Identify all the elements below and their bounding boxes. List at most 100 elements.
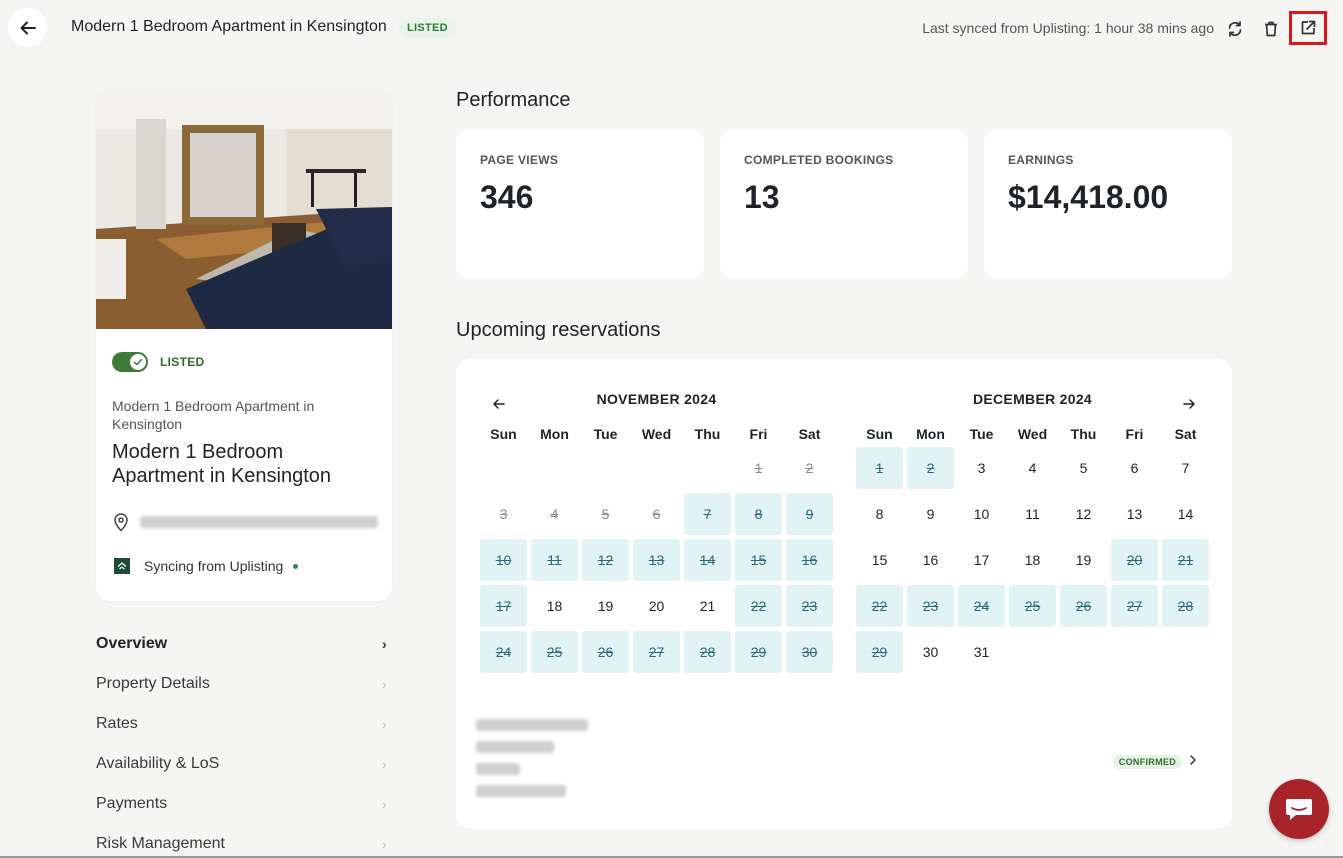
nav-item-overview[interactable]: Overview › [96,624,392,664]
calendar-day[interactable]: 29 [856,631,903,673]
listing-subtitle: Modern 1 Bedroom Apartment in Kensington [112,398,315,432]
nav-item-property-details[interactable]: Property Details › [96,664,392,704]
calendar-day[interactable]: 28 [1162,585,1209,627]
calendar-day[interactable]: 24 [480,631,527,673]
calendar-day[interactable]: 10 [958,493,1005,535]
toggle-label: LISTED [160,355,205,369]
calendar-day[interactable]: 29 [735,631,782,673]
calendar-day[interactable]: 24 [958,585,1005,627]
calendar-empty-cell [478,447,529,493]
calendar-day[interactable]: 1 [735,447,782,489]
calendar-day[interactable]: 15 [856,539,903,581]
calendar-day[interactable]: 4 [531,493,578,535]
calendar-day[interactable]: 18 [531,585,578,627]
calendar-day[interactable]: 14 [684,539,731,581]
chevron-right-icon: › [382,716,387,732]
calendar-day[interactable]: 8 [735,493,782,535]
calendar-day[interactable]: 11 [531,539,578,581]
calendar-day[interactable]: 12 [582,539,629,581]
calendar-day[interactable]: 12 [1060,493,1107,535]
weekday-label: Wed [641,426,672,442]
calendar-day[interactable]: 26 [1060,585,1107,627]
nav-item-risk-management[interactable]: Risk Management › [96,824,392,858]
calendar-day[interactable]: 31 [958,631,1005,673]
calendar-day[interactable]: 9 [786,493,833,535]
chevron-right-icon [1190,755,1196,765]
calendar-day[interactable]: 6 [633,493,680,535]
calendar-day[interactable]: 17 [480,585,527,627]
weekday-label: Sun [866,426,893,442]
calendar-day[interactable]: 5 [1060,447,1107,489]
calendar-day[interactable]: 9 [907,493,954,535]
weekday-label: Wed [1017,426,1048,442]
calendar-day[interactable]: 18 [1009,539,1056,581]
calendar-day[interactable]: 8 [856,493,903,535]
weekday-label: Thu [1070,426,1097,442]
nav-item-payments[interactable]: Payments › [96,784,392,824]
nav-item-rates[interactable]: Rates › [96,704,392,744]
check-icon [133,358,143,366]
open-external-button[interactable] [1289,11,1327,45]
sync-button[interactable] [1221,15,1249,43]
nav-item-label: Rates [96,715,138,732]
calendar-day[interactable]: 25 [531,631,578,673]
calendar-day[interactable]: 6 [1111,447,1158,489]
calendar-day[interactable]: 23 [907,585,954,627]
calendar-day[interactable]: 2 [907,447,954,489]
calendar-day[interactable]: 27 [633,631,680,673]
calendar-day[interactable]: 14 [1162,493,1209,535]
calendar-day[interactable]: 13 [633,539,680,581]
calendar-day[interactable]: 4 [1009,447,1056,489]
calendar-day[interactable]: 23 [786,585,833,627]
calendar-empty-cell [529,447,580,493]
calendar-day[interactable]: 16 [907,539,954,581]
calendar-day[interactable]: 5 [582,493,629,535]
reservation-open-button[interactable] [1188,753,1198,772]
nav-item-availability[interactable]: Availability & LoS › [96,744,392,784]
performance-title: Performance [456,89,571,111]
external-link-icon [1301,20,1316,35]
calendar-day[interactable]: 7 [684,493,731,535]
calendar-day[interactable]: 27 [1111,585,1158,627]
calendar-day[interactable]: 20 [1111,539,1158,581]
calendar-day[interactable]: 10 [480,539,527,581]
back-button[interactable] [8,8,47,47]
calendar-day[interactable]: 17 [958,539,1005,581]
calendar-day[interactable]: 30 [786,631,833,673]
calendar-month-november: NOVEMBER 2024 Sun Mon Tue Wed Thu Fri Sa… [478,391,835,677]
calendar-day[interactable]: 22 [856,585,903,627]
calendar-day[interactable]: 21 [1162,539,1209,581]
calendar-day[interactable]: 3 [480,493,527,535]
reservation-details[interactable] [476,719,588,807]
calendar-day[interactable]: 16 [786,539,833,581]
calendar-day[interactable]: 22 [735,585,782,627]
calendar-day[interactable]: 20 [633,585,680,627]
calendar-day[interactable]: 19 [582,585,629,627]
reservations-title: Upcoming reservations [456,319,661,341]
calendar-day[interactable]: 7 [1162,447,1209,489]
chevron-right-icon: › [382,796,387,812]
calendar-day[interactable]: 21 [684,585,731,627]
calendar-day[interactable]: 25 [1009,585,1056,627]
calendar-day[interactable]: 2 [786,447,833,489]
day-grid: 1 2 3 4 5 6 7 8 9 10 11 12 13 14 15 16 17 18 19 20 21 22 23 24 2… [854,447,1211,677]
calendar-day[interactable]: 1 [856,447,903,489]
listed-toggle-row: LISTED [112,352,204,372]
calendar-day[interactable]: 13 [1111,493,1158,535]
nav-item-label: Availability & LoS [96,755,220,772]
calendar-day[interactable]: 26 [582,631,629,673]
calendar-day[interactable]: 11 [1009,493,1056,535]
delete-button[interactable] [1257,15,1285,43]
page-title: Modern 1 Bedroom Apartment in Kensington [71,18,387,35]
chevron-right-icon: › [382,636,387,652]
calendar-day[interactable]: 15 [735,539,782,581]
syncing-text: Syncing from Uplisting [144,558,284,574]
calendar-day[interactable]: 30 [907,631,954,673]
chat-button[interactable] [1269,779,1329,839]
weekday-label: Mon [916,426,945,442]
calendar-day[interactable]: 3 [958,447,1005,489]
calendar-day[interactable]: 28 [684,631,731,673]
listed-toggle[interactable] [112,352,148,372]
chevron-right-icon: › [382,836,387,852]
calendar-day[interactable]: 19 [1060,539,1107,581]
